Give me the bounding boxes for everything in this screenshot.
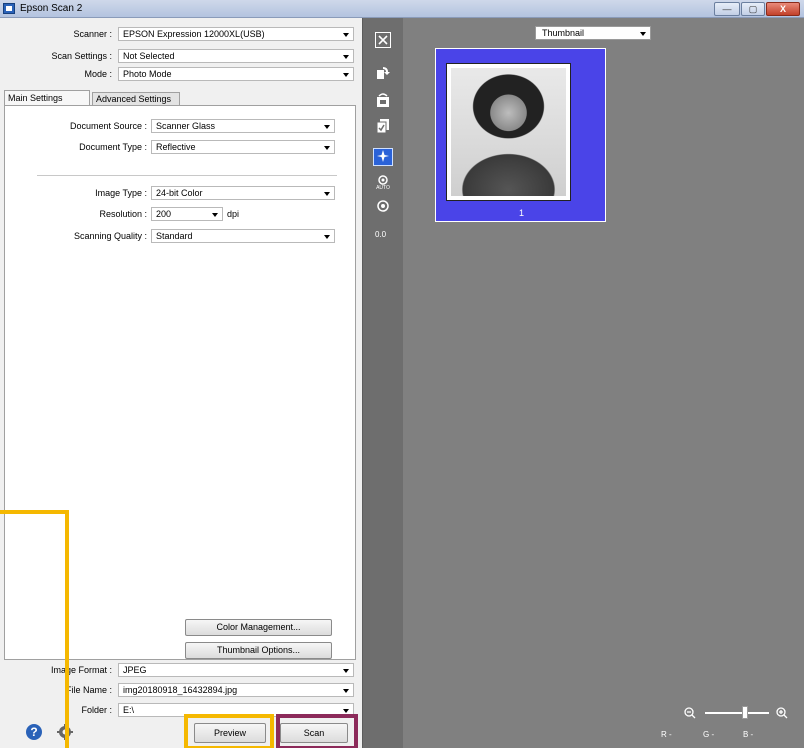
- rotation-readout: 0.0: [375, 230, 387, 239]
- rgb-r-readout: R -: [661, 730, 672, 739]
- chevron-down-icon: [324, 125, 330, 129]
- thumbnail-photo: [446, 63, 571, 201]
- mode-value: Photo Mode: [123, 69, 172, 79]
- tab-main-settings[interactable]: Main Settings: [4, 90, 90, 106]
- close-preview-icon[interactable]: [373, 32, 393, 50]
- zoom-slider-track[interactable]: [705, 712, 769, 714]
- image-type-value: 24-bit Color: [156, 188, 203, 198]
- mirror-shape-icon: [377, 93, 389, 107]
- resolution-label: Resolution :: [99, 209, 147, 219]
- chevron-down-icon: [640, 32, 646, 36]
- chevron-down-icon: [343, 33, 349, 37]
- resolution-unit: dpi: [227, 209, 240, 219]
- zoom-in-icon[interactable]: [775, 706, 789, 720]
- image-type-select[interactable]: 24-bit Color: [151, 186, 335, 200]
- document-source-label: Document Source :: [69, 121, 147, 131]
- window-title: Epson Scan 2: [20, 3, 83, 14]
- chevron-down-icon: [212, 213, 218, 217]
- image-type-label: Image Type :: [95, 188, 147, 198]
- scanning-quality-value: Standard: [156, 231, 193, 241]
- file-name-value: img20180918_16432894.jpg: [123, 685, 238, 695]
- rgb-b-readout: B -: [743, 730, 754, 739]
- document-source-value: Scanner Glass: [156, 121, 216, 131]
- chevron-down-icon: [324, 192, 330, 196]
- mirror-icon[interactable]: [373, 92, 393, 110]
- image-format-value: JPEG: [123, 665, 147, 675]
- svg-text:?: ?: [30, 725, 37, 739]
- svg-text:AUTO: AUTO: [376, 185, 390, 190]
- document-type-select[interactable]: Reflective: [151, 140, 335, 154]
- sparkle-icon: [377, 150, 389, 162]
- eye-auto-icon: AUTO: [376, 175, 390, 191]
- close-window-button[interactable]: X: [766, 2, 800, 16]
- file-name-select[interactable]: img20180918_16432894.jpg: [118, 683, 354, 697]
- close-icon: [375, 32, 391, 48]
- scan-button[interactable]: Scan: [280, 723, 348, 743]
- document-type-label: Document Type :: [79, 142, 147, 152]
- document-type-value: Reflective: [156, 142, 196, 152]
- document-source-select[interactable]: Scanner Glass: [151, 119, 335, 133]
- folder-value: E:\: [123, 705, 135, 715]
- main-settings-panel: Document Source : Scanner Glass Document…: [4, 105, 356, 660]
- scanning-quality-select[interactable]: Standard: [151, 229, 335, 243]
- zoom-control: [675, 706, 804, 720]
- resolution-value: 200: [156, 209, 172, 219]
- tab-advanced-settings[interactable]: Advanced Settings: [92, 92, 180, 106]
- app-icon: [3, 3, 15, 14]
- chevron-down-icon: [324, 235, 330, 239]
- mode-label: Mode :: [84, 69, 112, 79]
- color-management-button[interactable]: Color Management...: [185, 619, 332, 636]
- help-icon[interactable]: ?: [25, 723, 43, 741]
- select-all-icon[interactable]: [373, 118, 393, 136]
- chevron-down-icon: [343, 709, 349, 713]
- eye-icon: [377, 200, 389, 212]
- thumbnail-options-button[interactable]: Thumbnail Options...: [185, 642, 332, 659]
- chevron-down-icon: [324, 146, 330, 150]
- chevron-down-icon: [343, 669, 349, 673]
- scanner-label: Scanner :: [73, 29, 112, 39]
- image-format-label: Image Format :: [50, 665, 112, 675]
- auto-adjust-icon[interactable]: [373, 148, 393, 166]
- chevron-down-icon: [343, 73, 349, 77]
- folder-select[interactable]: E:\: [118, 703, 354, 717]
- thumbnail-card[interactable]: 1: [435, 48, 606, 222]
- minimize-button[interactable]: —: [714, 2, 740, 16]
- rgb-g-readout: G -: [703, 730, 715, 739]
- image-format-select[interactable]: JPEG: [118, 663, 354, 677]
- resolution-select[interactable]: 200: [151, 207, 223, 221]
- mode-select[interactable]: Photo Mode: [118, 67, 354, 81]
- scanner-select[interactable]: EPSON Expression 12000XL(USB): [118, 27, 354, 41]
- file-name-label: File Name :: [65, 685, 112, 695]
- zoom-out-icon[interactable]: [683, 706, 697, 720]
- photo-image: [451, 68, 566, 196]
- zoom-slider-handle[interactable]: [741, 706, 748, 719]
- reset-icon[interactable]: [373, 198, 393, 216]
- auto-exposure-icon[interactable]: AUTO: [373, 174, 393, 192]
- gear-icon[interactable]: [56, 723, 74, 741]
- view-mode-value: Thumbnail: [542, 28, 585, 38]
- scan-settings-select[interactable]: Not Selected: [118, 49, 354, 63]
- scanner-value: EPSON Expression 12000XL(USB): [123, 29, 265, 39]
- scan-settings-value: Not Selected: [123, 51, 175, 61]
- divider: [37, 175, 337, 176]
- rotate-shape-icon: [377, 67, 390, 79]
- scan-settings-label: Scan Settings :: [51, 51, 112, 61]
- preview-toolbar: AUTO 0.0: [363, 18, 403, 748]
- title-bar: Epson Scan 2 — ▢ X: [0, 0, 804, 18]
- documents-icon: [376, 119, 389, 134]
- preview-area: AUTO 0.0 Thumbnail 1 R - G - B -: [362, 18, 804, 748]
- chevron-down-icon: [343, 689, 349, 693]
- folder-label: Folder :: [81, 705, 112, 715]
- view-mode-select[interactable]: Thumbnail: [535, 26, 651, 40]
- scanning-quality-label: Scanning Quality :: [73, 231, 147, 241]
- chevron-down-icon: [343, 55, 349, 59]
- preview-button[interactable]: Preview: [194, 723, 266, 743]
- rotate-icon[interactable]: [373, 64, 393, 82]
- thumbnail-number: 1: [518, 208, 524, 218]
- settings-panel: Scanner : EPSON Expression 12000XL(USB) …: [0, 18, 362, 748]
- maximize-button[interactable]: ▢: [741, 2, 765, 16]
